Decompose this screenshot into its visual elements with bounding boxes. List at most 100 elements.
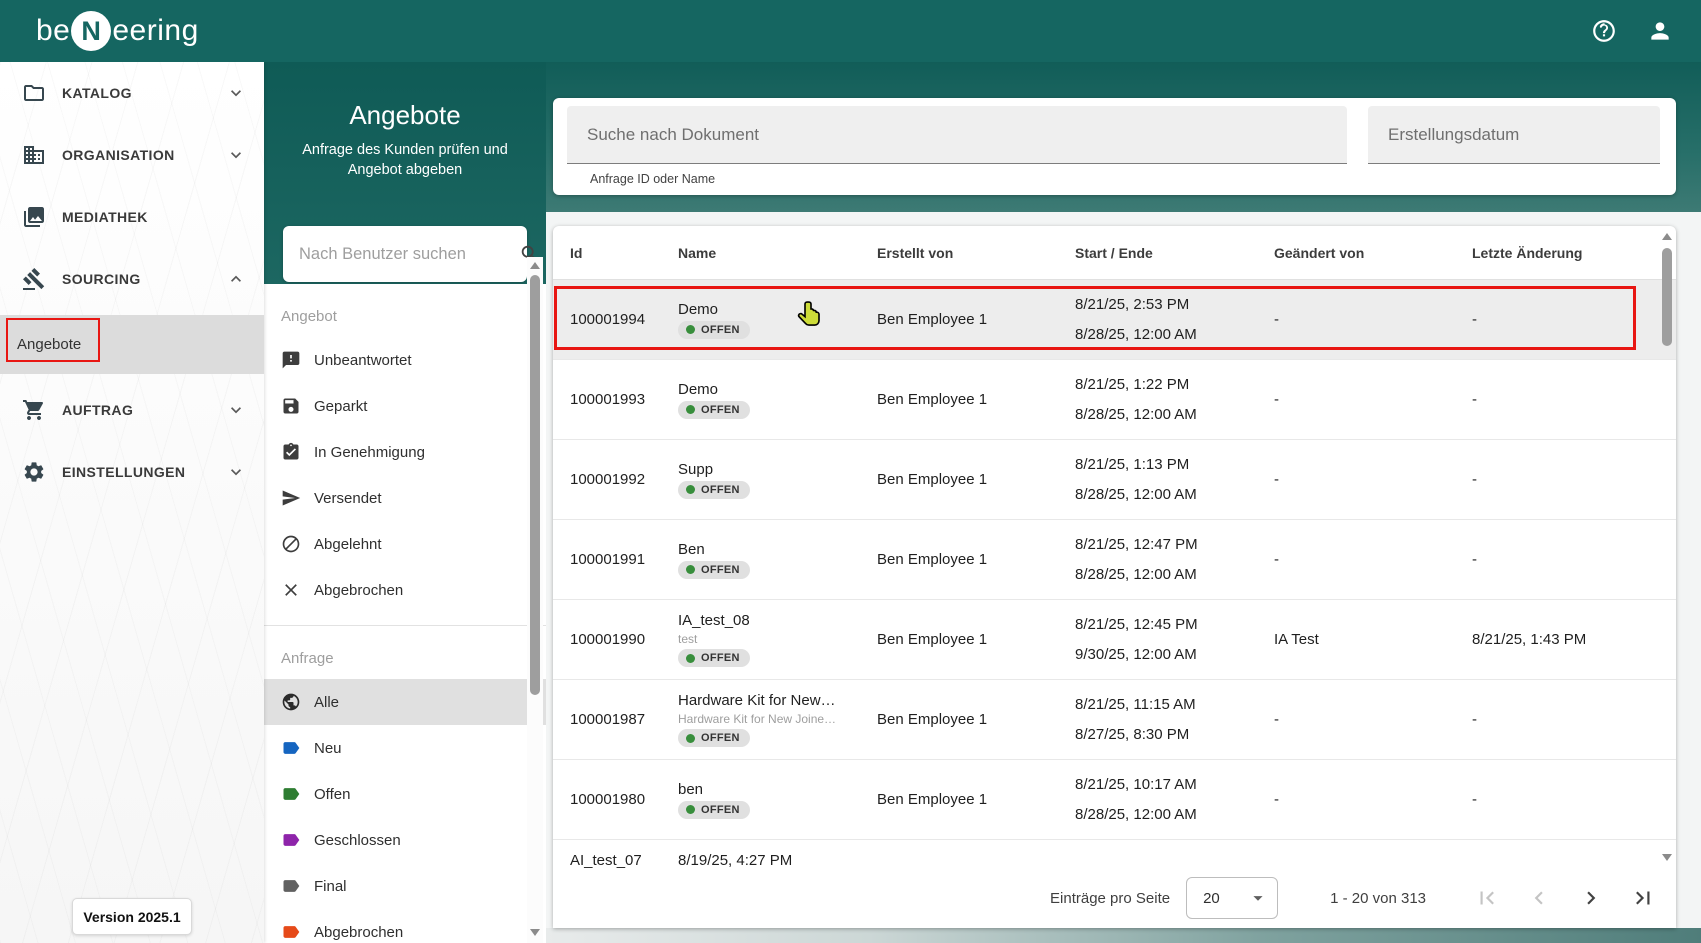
sidebar-nav-bottom: AUFTRAG EINSTELLUNGEN	[0, 379, 264, 503]
cell-last-change: -	[1472, 791, 1477, 808]
cell-start-end: 8/21/25, 12:47 PM 8/28/25, 12:00 AM	[1075, 536, 1274, 583]
approval-task-icon	[281, 442, 301, 462]
help-icon[interactable]	[1591, 18, 1617, 44]
scroll-up-icon[interactable]	[1662, 233, 1672, 240]
filter-item[interactable]: Abgebrochen	[264, 909, 546, 943]
chevron-down-icon	[226, 83, 246, 103]
save-icon	[281, 396, 301, 416]
account-icon[interactable]	[1647, 18, 1673, 44]
column-header-changed-by[interactable]: Geändert von	[1274, 245, 1472, 261]
cell-created-by: Ben Employee 1	[877, 311, 988, 328]
sidebar-nav-item[interactable]: SOURCING	[0, 248, 264, 310]
filter-item[interactable]: Alle	[264, 679, 546, 725]
column-header-start-end[interactable]: Start / Ende	[1075, 245, 1274, 261]
scroll-down-icon[interactable]	[530, 929, 540, 936]
row-name: Demo	[678, 380, 719, 398]
status-dot-icon	[686, 653, 695, 663]
status-dot-icon	[686, 325, 695, 334]
filter-item[interactable]: Abgelehnt	[264, 521, 546, 567]
row-name: Hardware Kit for New…	[678, 692, 836, 709]
cell-name: Hardware Kit for New… Hardware Kit for N…	[678, 692, 877, 747]
status-badge: OFFEN	[678, 800, 750, 819]
cell-last-change: -	[1472, 391, 1477, 408]
sidebar-nav-item[interactable]: AUFTRAG	[0, 379, 264, 441]
globe-icon	[281, 692, 301, 712]
status-dot-icon	[686, 805, 695, 814]
prev-page-icon[interactable]	[1526, 885, 1552, 911]
user-search-input[interactable]	[299, 244, 519, 264]
scrollbar-thumb[interactable]	[530, 275, 540, 695]
document-search-input[interactable]	[587, 124, 1331, 145]
sidebar-item-angebote[interactable]: Angebote	[0, 315, 264, 374]
sidebar-nav-item[interactable]: KATALOG	[0, 62, 264, 124]
scrollbar-thumb[interactable]	[1662, 248, 1672, 346]
creation-date-input[interactable]	[1388, 124, 1644, 145]
column-header-name[interactable]: Name	[678, 245, 877, 261]
table-row[interactable]: 100001992 Supp OFFEN Ben Employee 1 8/21…	[553, 440, 1676, 520]
start-date: 8/21/25, 1:13 PM	[1075, 456, 1190, 473]
tag-icon	[281, 876, 301, 896]
table-row[interactable]: 100001987 Hardware Kit for New… Hardware…	[553, 680, 1676, 760]
status-badge: OFFEN	[678, 400, 750, 419]
search-helper-text: Anfrage ID oder Name	[590, 172, 716, 186]
status-badge: OFFEN	[678, 729, 750, 747]
filter-list: Angebot Unbeantwortet Geparkt In Genehmi…	[264, 284, 546, 943]
cell-created-by: Ben Employee 1	[877, 391, 988, 408]
last-page-icon[interactable]	[1630, 885, 1656, 911]
filter-item[interactable]: Geschlossen	[264, 817, 546, 863]
sidebar-nav-item[interactable]: MEDIATHEK	[0, 186, 264, 248]
start-date: 8/21/25, 10:17 AM	[1075, 776, 1197, 793]
table-scrollbar[interactable]	[1659, 228, 1674, 868]
cell-name: Demo OFFEN	[678, 301, 877, 339]
column-header-created-by[interactable]: Erstellt von	[877, 245, 1075, 261]
filter-panel-scrollbar[interactable]	[527, 257, 543, 943]
status-dot-icon	[686, 405, 695, 414]
row-subtitle: Hardware Kit for New Joine…	[678, 712, 837, 726]
scroll-down-icon[interactable]	[1662, 854, 1672, 861]
table-paginator: Einträge pro Seite 20 1 - 20 von 313	[553, 868, 1676, 928]
filter-item[interactable]: Offen	[264, 771, 546, 817]
column-header-last-change[interactable]: Letzte Änderung	[1472, 245, 1676, 261]
cell-start-end: 8/21/25, 1:13 PM 8/28/25, 12:00 AM	[1075, 456, 1274, 503]
table-row[interactable]: 100001980 ben OFFEN Ben Employee 1 8/21/…	[553, 760, 1676, 840]
filter-item[interactable]: Neu	[264, 725, 546, 771]
scroll-up-icon[interactable]	[530, 262, 540, 269]
row-name: IA_test_08	[678, 612, 750, 629]
cell-start-end: 8/19/25, 4:27 PM	[678, 840, 877, 869]
status-label: OFFEN	[701, 803, 740, 816]
sidebar-nav-label: AUFTRAG	[62, 402, 134, 418]
column-header-id[interactable]: Id	[570, 245, 678, 261]
filter-item[interactable]: Unbeantwortet	[264, 337, 546, 383]
table-row[interactable]: 100001991 Ben OFFEN Ben Employee 1 8/21/…	[553, 520, 1676, 600]
page-subtitle-line1: Anfrage des Kunden prüfen und	[302, 142, 508, 158]
per-page-value: 20	[1203, 889, 1220, 907]
filter-item[interactable]: In Genehmigung	[264, 429, 546, 475]
end-date: 8/28/25, 12:00 AM	[1075, 806, 1197, 823]
filter-item[interactable]: Versendet	[264, 475, 546, 521]
table-row[interactable]: 100001994 Demo OFFEN Ben Employee 1 8/21…	[553, 280, 1676, 360]
page-background-strip	[546, 928, 1701, 943]
cell-last-change: -	[1472, 311, 1477, 328]
start-date: 8/21/25, 1:22 PM	[1075, 376, 1190, 393]
next-page-icon[interactable]	[1578, 885, 1604, 911]
status-dot-icon	[686, 485, 695, 494]
version-badge[interactable]: Version 2025.1	[72, 898, 192, 935]
filter-section-anfrage-label: Anfrage	[281, 650, 334, 667]
cell-start-end: 8/21/25, 1:22 PM 8/28/25, 12:00 AM	[1075, 376, 1274, 423]
sidebar-nav-item[interactable]: ORGANISATION	[0, 124, 264, 186]
filter-item[interactable]: Abgebrochen	[264, 567, 546, 613]
status-label: OFFEN	[701, 652, 740, 664]
table-header: Id Name Erstellt von Start / Ende Geände…	[553, 226, 1676, 280]
table-row[interactable]: 100001993 Demo OFFEN Ben Employee 1 8/21…	[553, 360, 1676, 440]
status-badge: OFFEN	[678, 320, 750, 339]
filter-item[interactable]: Final	[264, 863, 546, 909]
cell-created-by: Ben Employee 1	[877, 551, 988, 568]
filter-item[interactable]: Geparkt	[264, 383, 546, 429]
first-page-icon[interactable]	[1474, 885, 1500, 911]
status-label: OFFEN	[701, 483, 740, 496]
per-page-select[interactable]: 20	[1186, 877, 1279, 919]
end-date: 8/27/25, 8:30 PM	[1075, 726, 1190, 743]
table-row[interactable]: 100001990 IA_test_08 test OFFEN Ben Empl…	[553, 600, 1676, 680]
sidebar-nav-item[interactable]: EINSTELLUNGEN	[0, 441, 264, 503]
cell-id: 100001991	[570, 551, 646, 568]
